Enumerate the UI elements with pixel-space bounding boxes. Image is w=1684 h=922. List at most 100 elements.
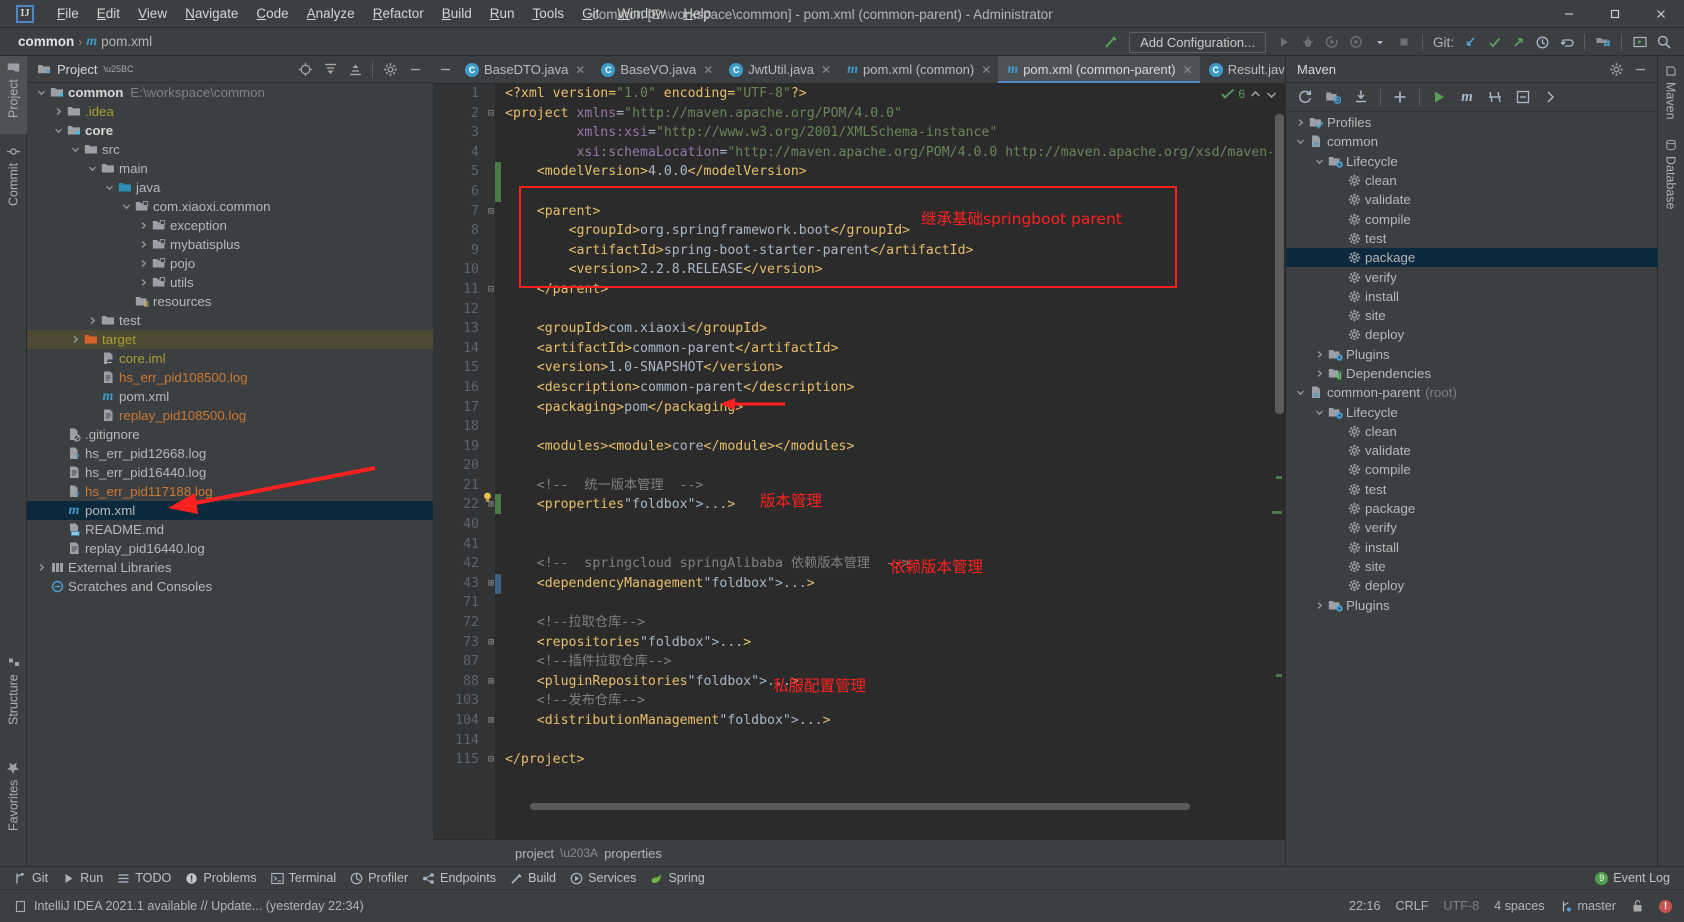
project-tree[interactable]: commonE:\workspace\common.ideacoresrcmai… — [27, 83, 433, 866]
menu-item-refactor[interactable]: Refactor — [364, 3, 433, 24]
bottom-tool-spring[interactable]: Spring — [650, 871, 704, 885]
chevron-down-icon[interactable] — [69, 145, 82, 154]
close-tab-icon[interactable]: ✕ — [821, 63, 831, 77]
bottom-tool-problems[interactable]: Problems — [185, 871, 256, 885]
breadcrumb-project[interactable]: common — [18, 34, 74, 49]
chevron-right-icon[interactable] — [137, 221, 150, 230]
gear-icon[interactable] — [1605, 58, 1627, 80]
sidebar-item-favorites[interactable]: Favorites — [0, 756, 27, 856]
chevron-down-icon[interactable] — [1313, 408, 1326, 417]
editor-tab-result-java[interactable]: CResult.java✕ — [1200, 56, 1285, 83]
tree-item[interactable]: MDREADME.md — [27, 520, 433, 539]
menu-item-build[interactable]: Build — [433, 3, 481, 24]
maximize-button[interactable] — [1592, 0, 1638, 28]
inspection-error-icon[interactable]: ! — [1659, 900, 1672, 913]
maven-tree-item[interactable]: package — [1286, 248, 1658, 267]
expand-all-icon[interactable] — [319, 58, 341, 80]
bottom-tool-endpoints[interactable]: Endpoints — [422, 871, 496, 885]
execute-maven-goal-icon[interactable]: m — [1454, 85, 1480, 109]
chevron-down-icon[interactable] — [1313, 157, 1326, 166]
tree-item[interactable]: commonE:\workspace\common — [27, 83, 433, 102]
debug-icon[interactable] — [1296, 30, 1320, 54]
sidebar-item-structure[interactable]: Structure — [0, 651, 27, 749]
run-icon[interactable] — [1272, 30, 1296, 54]
collapse-fold-icon[interactable]: ⊟ — [485, 104, 497, 124]
gear-icon[interactable] — [379, 58, 401, 80]
bottom-tool-run[interactable]: Run — [62, 871, 103, 885]
build-hammer-icon[interactable] — [1099, 30, 1123, 54]
chevron-down-icon[interactable] — [1294, 388, 1307, 397]
event-log-button[interactable]: 9 Event Log — [1595, 871, 1670, 885]
inspection-widget[interactable]: 6 — [1221, 87, 1277, 101]
editor-tab-basevo-java[interactable]: CBaseVO.java✕ — [592, 56, 720, 83]
toggle-skip-tests-icon[interactable] — [1482, 85, 1508, 109]
tree-item[interactable]: com.xiaoxi.common — [27, 197, 433, 216]
maven-tree-item[interactable]: Dependencies — [1286, 364, 1658, 383]
editor-horizontal-scrollbar[interactable] — [495, 802, 1285, 811]
chevron-right-icon[interactable] — [1313, 350, 1326, 359]
bottom-tool-services[interactable]: Services — [570, 871, 636, 885]
chevron-down-icon[interactable]: \u25BC — [103, 64, 133, 74]
maven-tree-item[interactable]: clean — [1286, 171, 1658, 190]
code-lines[interactable]: 1<?xml version="1.0" encoding="UTF-8"?>2… — [433, 84, 1285, 839]
tree-item[interactable]: ?hs_err_pid117188.log — [27, 482, 433, 501]
breadcrumb[interactable]: common › m pom.xml — [18, 34, 152, 50]
maven-tree-item[interactable]: package — [1286, 499, 1658, 518]
chevron-right-icon[interactable] — [1313, 369, 1326, 378]
indent-widget[interactable]: 4 spaces — [1494, 899, 1544, 913]
maven-tree-item[interactable]: verify — [1286, 518, 1658, 537]
tree-item[interactable]: src — [27, 140, 433, 159]
tree-item[interactable]: .gitignore — [27, 425, 433, 444]
tree-item[interactable]: test — [27, 311, 433, 330]
menu-item-analyze[interactable]: Analyze — [298, 3, 364, 24]
reload-icon[interactable] — [1292, 85, 1318, 109]
collapse-fold-icon[interactable]: ⊟ — [485, 750, 497, 770]
chevron-down-icon[interactable] — [35, 88, 48, 97]
maven-tree-item[interactable]: install — [1286, 538, 1658, 557]
maven-tree-item[interactable]: verify — [1286, 267, 1658, 286]
breadcrumb-properties-node[interactable]: properties — [604, 846, 662, 861]
expand-fold-icon[interactable]: ⊞ — [485, 711, 497, 731]
menu-item-view[interactable]: View — [129, 3, 176, 24]
bottom-tool-build[interactable]: Build — [510, 871, 556, 885]
tree-item[interactable]: mpom.xml — [27, 501, 433, 520]
editor-tab-jwtutil-java[interactable]: CJwtUtil.java✕ — [720, 56, 838, 83]
expand-fold-icon[interactable]: ⊞ — [485, 633, 497, 653]
maven-tree-item[interactable]: Lifecycle — [1286, 152, 1658, 171]
maven-tree-item[interactable]: compile — [1286, 460, 1658, 479]
tree-item[interactable]: target — [27, 330, 433, 349]
sidebar-item-commit[interactable]: Commit — [0, 140, 27, 225]
chevron-down-icon[interactable] — [103, 183, 116, 192]
maven-tree-item[interactable]: mcommon — [1286, 132, 1658, 151]
collapse-all-icon[interactable] — [344, 58, 366, 80]
profile-icon[interactable] — [1344, 30, 1368, 54]
run-anything-icon[interactable] — [1628, 30, 1652, 54]
menu-item-tools[interactable]: Tools — [524, 3, 574, 24]
hide-icon[interactable] — [404, 58, 426, 80]
tree-item[interactable]: mpom.xml — [27, 387, 433, 406]
tree-item[interactable]: mybatisplus — [27, 235, 433, 254]
maven-tree-item[interactable]: test — [1286, 480, 1658, 499]
sidebar-item-database[interactable]: Database — [1657, 134, 1684, 214]
download-sources-icon[interactable] — [1348, 85, 1374, 109]
editor-breadcrumbs[interactable]: project \u203A properties — [433, 839, 1285, 866]
maven-tree-item[interactable]: clean — [1286, 422, 1658, 441]
git-branch-widget[interactable]: master — [1560, 899, 1617, 913]
tree-item[interactable]: java — [27, 178, 433, 197]
collapse-all-icon[interactable] — [1510, 85, 1536, 109]
chevron-right-icon[interactable] — [137, 240, 150, 249]
chevron-down-icon[interactable] — [1294, 137, 1307, 146]
chevron-down-icon[interactable] — [1368, 30, 1392, 54]
minimize-button[interactable] — [1546, 0, 1592, 28]
add-icon[interactable] — [1387, 85, 1413, 109]
expand-icon[interactable] — [1538, 85, 1564, 109]
tree-item[interactable]: Scratches and Consoles — [27, 577, 433, 596]
line-separator-widget[interactable]: CRLF — [1396, 899, 1429, 913]
chevron-right-icon[interactable] — [35, 563, 48, 572]
close-tab-icon[interactable]: ✕ — [575, 63, 585, 77]
chevron-down-icon[interactable] — [86, 164, 99, 173]
editor-vertical-scrollbar[interactable] — [1275, 114, 1284, 414]
tree-item[interactable]: resources — [27, 292, 433, 311]
menu-item-file[interactable]: File — [48, 3, 88, 24]
tree-item[interactable]: .idea — [27, 102, 433, 121]
